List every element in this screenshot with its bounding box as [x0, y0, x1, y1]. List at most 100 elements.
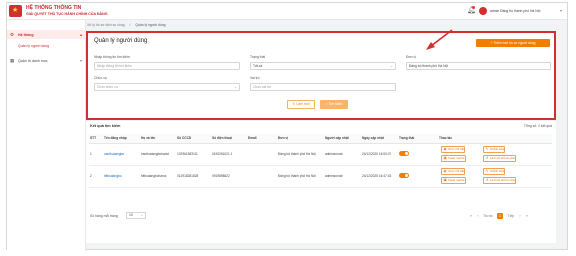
- column-header: Thao tác: [438, 134, 552, 144]
- view-detail-button[interactable]: ◉ Xem chi tiết: [441, 168, 466, 175]
- cell-actions: ◉ Xem chi tiết ✎ Chỉnh sửa ▣ Clear cache ↺ L…: [438, 143, 552, 166]
- party-emblem-logo: [9, 5, 22, 17]
- avatar[interactable]: [479, 7, 487, 15]
- last-page-icon[interactable]: »: [524, 213, 530, 219]
- clear-cache-button[interactable]: ▣ Clear cache: [441, 155, 466, 162]
- history-button[interactable]: ↺ Lịch sử chỉnh sửa: [483, 155, 516, 162]
- page-size-label: Số hàng mỗi trang: [90, 214, 118, 218]
- column-header: Email: [247, 134, 277, 144]
- column-header: Số CCCD: [176, 134, 211, 144]
- column-header: Người cập nhật: [324, 134, 361, 144]
- clear-cache-button[interactable]: ▣ Clear cache: [441, 177, 466, 184]
- cell-updated-by: adminsonoiv: [324, 165, 361, 188]
- edit-label: Chỉnh sửa: [490, 169, 505, 173]
- status-toggle[interactable]: [399, 150, 409, 156]
- column-header: Trạng thái: [398, 134, 438, 144]
- chevron-down-icon: ▾: [79, 58, 82, 63]
- cell-status: [398, 143, 438, 166]
- page-size-select[interactable]: 10 ⌄: [126, 212, 146, 219]
- sidebar-item-user-management[interactable]: Quản lý người dùng: [18, 44, 49, 48]
- chevron-down-icon[interactable]: ▾: [560, 8, 562, 13]
- cell-username[interactable]: vanthudangbo: [103, 143, 140, 166]
- page-title: Quản lý người dùng: [94, 38, 148, 44]
- cell-unit: Đảng bộ thành phố Hà Nội: [277, 165, 324, 188]
- prev-page-button[interactable]: Trước: [482, 213, 494, 219]
- status-toggle[interactable]: [399, 172, 409, 178]
- column-header: Họ và tên: [140, 134, 176, 144]
- eye-icon: ◉: [443, 147, 447, 151]
- column-header: Ngày cập nhật: [361, 134, 398, 144]
- history-label: Lịch sử chỉnh sửa: [490, 178, 515, 182]
- cell-actions: ◉ Xem chi tiết ✎ Chỉnh sửa ▣ Clear cache ↺ L…: [438, 165, 552, 188]
- chevron-down-icon: ⌄: [390, 64, 393, 68]
- view-detail-label: Xem chi tiết: [448, 147, 465, 151]
- unit-label: Đơn vị: [406, 55, 416, 59]
- cell-fullname: vanthudangbohanoi: [140, 143, 176, 166]
- reset-button-label: Làm mới: [296, 102, 310, 106]
- chevron-up-icon: ▴: [79, 32, 82, 37]
- current-page[interactable]: 1: [497, 213, 503, 219]
- grid-icon: ▦: [10, 58, 15, 63]
- status-select-value: Tất cả: [253, 64, 263, 68]
- role-select[interactable]: Chọn vai trò: [250, 83, 396, 91]
- cell-updated-at: 24/12/2025 16:53:07: [361, 143, 398, 166]
- edit-label: Chỉnh sửa: [490, 147, 505, 151]
- position-label: Chức vụ: [94, 76, 107, 80]
- history-label: Lịch sử chỉnh sửa: [490, 156, 515, 160]
- gear-icon: ⚙: [10, 32, 15, 37]
- user-name[interactable]: admin Đảng bộ thành phố Hà Nội: [490, 9, 540, 13]
- system-title: HỆ THỐNG THÔNG TIN: [26, 5, 82, 11]
- first-page-icon[interactable]: «: [468, 213, 474, 219]
- table-row: 1 vanthudangbo vanthudangbohanoi 1029615…: [89, 143, 552, 166]
- column-header: Số điện thoại: [211, 134, 247, 144]
- sidebar-item-label: Quản trị danh mục: [18, 59, 48, 63]
- pencil-icon: ✎: [485, 169, 489, 173]
- edit-button[interactable]: ✎ Chỉnh sửa: [483, 168, 506, 175]
- cell-cccd: 012918281828: [176, 165, 211, 188]
- reset-button[interactable]: ↻ Làm mới: [287, 100, 315, 109]
- cell-stt: 2: [89, 165, 103, 188]
- position-select[interactable]: Chọn chức vụ ⌄: [94, 83, 240, 91]
- history-button[interactable]: ↺ Lịch sử chỉnh sửa: [483, 177, 516, 184]
- cell-email: [247, 143, 277, 166]
- table-header-row: STT Tên đăng nhập Họ và tên Số CCCD Số đ…: [89, 134, 552, 144]
- chevron-right-icon[interactable]: ›: [517, 213, 523, 219]
- results-total: Tổng số: 2 kết quả: [523, 124, 552, 128]
- eye-icon: ◉: [443, 169, 447, 173]
- unit-select-value: Đảng bộ thành phố Hà Nội: [409, 64, 449, 68]
- breadcrumb-item[interactable]: Xử lý hồ sơ dịch vụ công: [87, 23, 124, 27]
- view-detail-button[interactable]: ◉ Xem chi tiết: [441, 146, 466, 153]
- history-icon: ↺: [485, 156, 489, 160]
- unit-select[interactable]: Đảng bộ thành phố Hà Nội: [406, 62, 551, 70]
- keyword-label: Nhập thông tin tìm kiếm: [94, 55, 130, 59]
- column-header: Tên đăng nhập: [103, 134, 140, 144]
- system-subtitle: GIẢI QUYẾT THỦ TỤC HÀNH CHÍNH CỦA ĐẢNG: [26, 12, 108, 16]
- status-label: Trạng thái: [250, 55, 266, 59]
- top-header: HỆ THỐNG THÔNG TIN GIẢI QUYẾT THỦ TỤC HÀ…: [7, 3, 567, 20]
- chevron-left-icon[interactable]: ‹: [475, 213, 481, 219]
- next-page-button[interactable]: Tiếp: [506, 213, 516, 219]
- add-user-button[interactable]: + Thêm mới hồ sơ người dùng: [476, 39, 550, 47]
- search-button[interactable]: ⌕ Tìm kiếm: [320, 100, 348, 109]
- cell-username[interactable]: bithudangbo: [103, 165, 140, 188]
- edit-button[interactable]: ✎ Chỉnh sửa: [483, 146, 506, 153]
- clear-cache-label: Clear cache: [448, 178, 465, 182]
- cell-updated-at: 24/12/2025 16:47:43: [361, 165, 398, 188]
- cell-unit: Đảng bộ thành phố Hà Nội: [277, 143, 324, 166]
- status-select[interactable]: Tất cả ⌄: [250, 62, 396, 70]
- breadcrumb: Xử lý hồ sơ dịch vụ công / Quản lý người…: [87, 23, 169, 31]
- cell-updated-by: adminsonoiv: [324, 143, 361, 166]
- cell-stt: 1: [89, 143, 103, 166]
- column-header: STT: [89, 134, 103, 144]
- breadcrumb-item-current: Quản lý người dùng: [135, 23, 166, 27]
- sidebar-group-system[interactable]: ⚙ Hệ thống ▴: [7, 30, 86, 39]
- cell-fullname: bithudangbohanoi: [140, 165, 176, 188]
- results-panel: Kết quả tìm kiếm Tổng số: 2 kết quả STT …: [86, 121, 556, 243]
- users-table: STT Tên đăng nhập Họ và tên Số CCCD Số đ…: [89, 134, 552, 188]
- sidebar-item-catalog[interactable]: ▦ Quản trị danh mục ▾: [7, 56, 86, 65]
- breadcrumb-separator: /: [129, 23, 131, 27]
- chevron-down-icon: ⌄: [234, 85, 237, 89]
- keyword-input[interactable]: Nhập thông tin tìm kiếm: [94, 62, 240, 70]
- cell-email: [247, 165, 277, 188]
- sidebar: ⚙ Hệ thống ▴ Quản lý người dùng ▦ Quản t…: [7, 20, 86, 251]
